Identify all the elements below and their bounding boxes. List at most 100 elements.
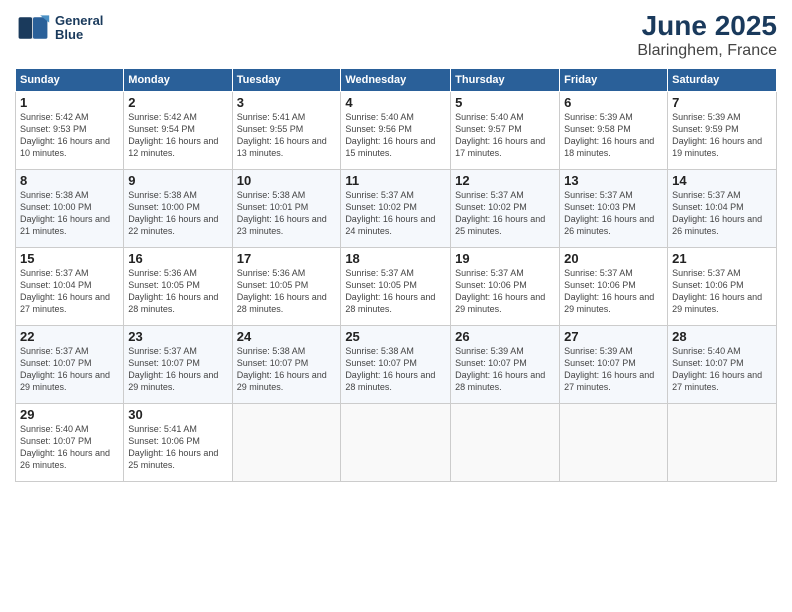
daylight-label: Daylight: 16 hours and 12 minutes. xyxy=(128,136,218,158)
daylight-label: Daylight: 16 hours and 22 minutes. xyxy=(128,214,218,236)
daylight-label: Daylight: 16 hours and 29 minutes. xyxy=(672,292,762,314)
sunrise-label: Sunrise: 5:37 AM xyxy=(455,190,524,200)
col-friday: Friday xyxy=(560,69,668,92)
sunrise-label: Sunrise: 5:38 AM xyxy=(237,190,306,200)
table-row xyxy=(341,404,451,482)
day-number: 10 xyxy=(237,173,337,188)
table-row: 4 Sunrise: 5:40 AM Sunset: 9:56 PM Dayli… xyxy=(341,92,451,170)
table-row: 9 Sunrise: 5:38 AM Sunset: 10:00 PM Dayl… xyxy=(124,170,232,248)
daylight-label: Daylight: 16 hours and 28 minutes. xyxy=(455,370,545,392)
title-block: June 2025 Blaringhem, France xyxy=(637,10,777,60)
day-number: 5 xyxy=(455,95,555,110)
sunset-label: Sunset: 10:06 PM xyxy=(455,280,527,290)
daylight-label: Daylight: 16 hours and 13 minutes. xyxy=(237,136,327,158)
table-row xyxy=(668,404,777,482)
daylight-label: Daylight: 16 hours and 29 minutes. xyxy=(237,370,327,392)
logo-line2: Blue xyxy=(55,28,103,42)
day-info: Sunrise: 5:40 AM Sunset: 10:07 PM Daylig… xyxy=(20,423,119,472)
sunset-label: Sunset: 10:05 PM xyxy=(128,280,200,290)
sunrise-label: Sunrise: 5:42 AM xyxy=(128,112,197,122)
sunrise-label: Sunrise: 5:40 AM xyxy=(20,424,89,434)
daylight-label: Daylight: 16 hours and 28 minutes. xyxy=(237,292,327,314)
day-number: 24 xyxy=(237,329,337,344)
sunset-label: Sunset: 9:56 PM xyxy=(345,124,412,134)
table-row: 12 Sunrise: 5:37 AM Sunset: 10:02 PM Day… xyxy=(451,170,560,248)
day-info: Sunrise: 5:41 AM Sunset: 10:06 PM Daylig… xyxy=(128,423,227,472)
calendar-table: Sunday Monday Tuesday Wednesday Thursday… xyxy=(15,68,777,482)
col-monday: Monday xyxy=(124,69,232,92)
sunset-label: Sunset: 10:00 PM xyxy=(20,202,92,212)
calendar-week-row: 29 Sunrise: 5:40 AM Sunset: 10:07 PM Day… xyxy=(16,404,777,482)
day-number: 2 xyxy=(128,95,227,110)
calendar-week-row: 1 Sunrise: 5:42 AM Sunset: 9:53 PM Dayli… xyxy=(16,92,777,170)
table-row: 5 Sunrise: 5:40 AM Sunset: 9:57 PM Dayli… xyxy=(451,92,560,170)
day-info: Sunrise: 5:37 AM Sunset: 10:06 PM Daylig… xyxy=(455,267,555,316)
calendar-week-row: 22 Sunrise: 5:37 AM Sunset: 10:07 PM Day… xyxy=(16,326,777,404)
sunrise-label: Sunrise: 5:37 AM xyxy=(345,268,414,278)
sunset-label: Sunset: 10:07 PM xyxy=(564,358,636,368)
day-number: 7 xyxy=(672,95,772,110)
page-container: General Blue June 2025 Blaringhem, Franc… xyxy=(0,0,792,492)
logo: General Blue xyxy=(15,10,103,46)
table-row: 7 Sunrise: 5:39 AM Sunset: 9:59 PM Dayli… xyxy=(668,92,777,170)
day-number: 1 xyxy=(20,95,119,110)
day-info: Sunrise: 5:38 AM Sunset: 10:07 PM Daylig… xyxy=(237,345,337,394)
sunset-label: Sunset: 10:06 PM xyxy=(672,280,744,290)
day-info: Sunrise: 5:37 AM Sunset: 10:06 PM Daylig… xyxy=(564,267,663,316)
day-info: Sunrise: 5:37 AM Sunset: 10:07 PM Daylig… xyxy=(20,345,119,394)
table-row: 26 Sunrise: 5:39 AM Sunset: 10:07 PM Day… xyxy=(451,326,560,404)
day-info: Sunrise: 5:36 AM Sunset: 10:05 PM Daylig… xyxy=(128,267,227,316)
table-row: 17 Sunrise: 5:36 AM Sunset: 10:05 PM Day… xyxy=(232,248,341,326)
logo-line1: General xyxy=(55,14,103,28)
table-row xyxy=(232,404,341,482)
daylight-label: Daylight: 16 hours and 10 minutes. xyxy=(20,136,110,158)
day-info: Sunrise: 5:42 AM Sunset: 9:54 PM Dayligh… xyxy=(128,111,227,160)
table-row xyxy=(560,404,668,482)
daylight-label: Daylight: 16 hours and 24 minutes. xyxy=(345,214,435,236)
table-row: 29 Sunrise: 5:40 AM Sunset: 10:07 PM Day… xyxy=(16,404,124,482)
sunset-label: Sunset: 10:07 PM xyxy=(672,358,744,368)
day-info: Sunrise: 5:40 AM Sunset: 9:57 PM Dayligh… xyxy=(455,111,555,160)
sunset-label: Sunset: 10:04 PM xyxy=(672,202,744,212)
sunset-label: Sunset: 9:57 PM xyxy=(455,124,522,134)
day-info: Sunrise: 5:38 AM Sunset: 10:07 PM Daylig… xyxy=(345,345,446,394)
daylight-label: Daylight: 16 hours and 23 minutes. xyxy=(237,214,327,236)
day-number: 12 xyxy=(455,173,555,188)
table-row: 11 Sunrise: 5:37 AM Sunset: 10:02 PM Day… xyxy=(341,170,451,248)
day-number: 20 xyxy=(564,251,663,266)
day-info: Sunrise: 5:37 AM Sunset: 10:06 PM Daylig… xyxy=(672,267,772,316)
table-row: 6 Sunrise: 5:39 AM Sunset: 9:58 PM Dayli… xyxy=(560,92,668,170)
day-number: 29 xyxy=(20,407,119,422)
sunrise-label: Sunrise: 5:37 AM xyxy=(672,190,741,200)
sunrise-label: Sunrise: 5:42 AM xyxy=(20,112,89,122)
sunrise-label: Sunrise: 5:39 AM xyxy=(672,112,741,122)
sunset-label: Sunset: 10:05 PM xyxy=(345,280,417,290)
sunset-label: Sunset: 9:59 PM xyxy=(672,124,739,134)
calendar-week-row: 15 Sunrise: 5:37 AM Sunset: 10:04 PM Day… xyxy=(16,248,777,326)
table-row: 24 Sunrise: 5:38 AM Sunset: 10:07 PM Day… xyxy=(232,326,341,404)
sunrise-label: Sunrise: 5:38 AM xyxy=(128,190,197,200)
sunset-label: Sunset: 10:07 PM xyxy=(345,358,417,368)
table-row: 25 Sunrise: 5:38 AM Sunset: 10:07 PM Day… xyxy=(341,326,451,404)
daylight-label: Daylight: 16 hours and 26 minutes. xyxy=(672,214,762,236)
sunrise-label: Sunrise: 5:39 AM xyxy=(455,346,524,356)
col-saturday: Saturday xyxy=(668,69,777,92)
sunset-label: Sunset: 10:07 PM xyxy=(20,436,92,446)
sunrise-label: Sunrise: 5:41 AM xyxy=(237,112,306,122)
table-row: 21 Sunrise: 5:37 AM Sunset: 10:06 PM Day… xyxy=(668,248,777,326)
calendar-title: June 2025 xyxy=(637,10,777,42)
table-row: 1 Sunrise: 5:42 AM Sunset: 9:53 PM Dayli… xyxy=(16,92,124,170)
calendar-subtitle: Blaringhem, France xyxy=(637,42,777,60)
sunrise-label: Sunrise: 5:36 AM xyxy=(128,268,197,278)
sunset-label: Sunset: 10:04 PM xyxy=(20,280,92,290)
table-row: 27 Sunrise: 5:39 AM Sunset: 10:07 PM Day… xyxy=(560,326,668,404)
col-wednesday: Wednesday xyxy=(341,69,451,92)
table-row: 13 Sunrise: 5:37 AM Sunset: 10:03 PM Day… xyxy=(560,170,668,248)
daylight-label: Daylight: 16 hours and 17 minutes. xyxy=(455,136,545,158)
sunrise-label: Sunrise: 5:37 AM xyxy=(20,268,89,278)
sunset-label: Sunset: 10:05 PM xyxy=(237,280,309,290)
day-info: Sunrise: 5:37 AM Sunset: 10:07 PM Daylig… xyxy=(128,345,227,394)
table-row: 3 Sunrise: 5:41 AM Sunset: 9:55 PM Dayli… xyxy=(232,92,341,170)
daylight-label: Daylight: 16 hours and 28 minutes. xyxy=(345,370,435,392)
sunset-label: Sunset: 10:07 PM xyxy=(455,358,527,368)
